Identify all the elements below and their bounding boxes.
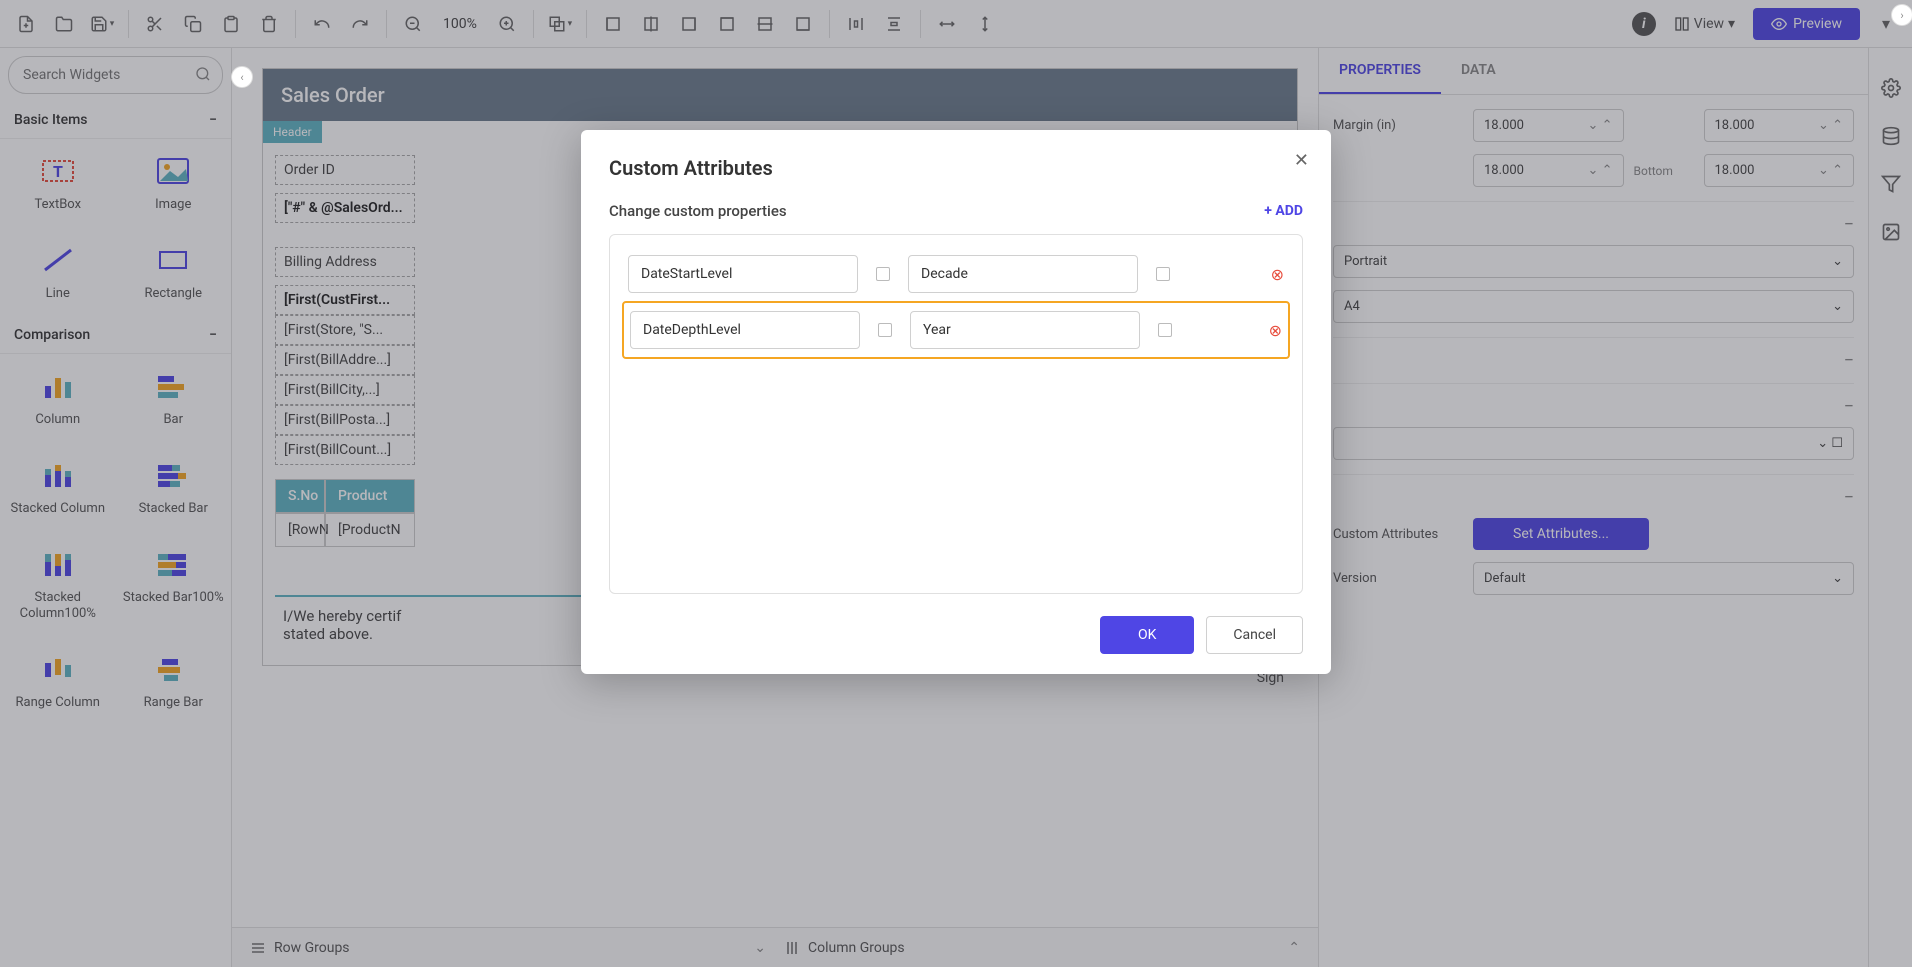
attribute-row: ⊗ — [622, 301, 1290, 359]
ok-button[interactable]: OK — [1100, 616, 1194, 654]
modal-title: Custom Attributes — [609, 156, 1303, 180]
attr-checkbox[interactable] — [878, 323, 892, 337]
collapse-right-handle[interactable]: › — [1891, 4, 1912, 26]
close-icon[interactable]: ✕ — [1294, 150, 1309, 171]
cancel-button[interactable]: Cancel — [1206, 616, 1303, 654]
attr-checkbox[interactable] — [1156, 267, 1170, 281]
delete-icon[interactable]: ⊗ — [1271, 265, 1284, 284]
modal-subtitle: Change custom properties — [609, 202, 787, 220]
attr-name-input[interactable] — [628, 255, 858, 293]
attribute-row: ⊗ — [622, 247, 1290, 301]
attr-name-input[interactable] — [630, 311, 860, 349]
attr-checkbox[interactable] — [1158, 323, 1172, 337]
collapse-left-handle[interactable]: ‹ — [231, 66, 253, 88]
custom-attributes-modal: Custom Attributes ✕ Change custom proper… — [581, 130, 1331, 674]
attr-checkbox[interactable] — [876, 267, 890, 281]
delete-icon[interactable]: ⊗ — [1269, 321, 1282, 340]
attr-value-input[interactable] — [908, 255, 1138, 293]
attr-value-input[interactable] — [910, 311, 1140, 349]
modal-overlay: Custom Attributes ✕ Change custom proper… — [0, 0, 1912, 967]
add-button[interactable]: + ADD — [1264, 203, 1303, 219]
modal-body: ⊗⊗ — [609, 234, 1303, 594]
